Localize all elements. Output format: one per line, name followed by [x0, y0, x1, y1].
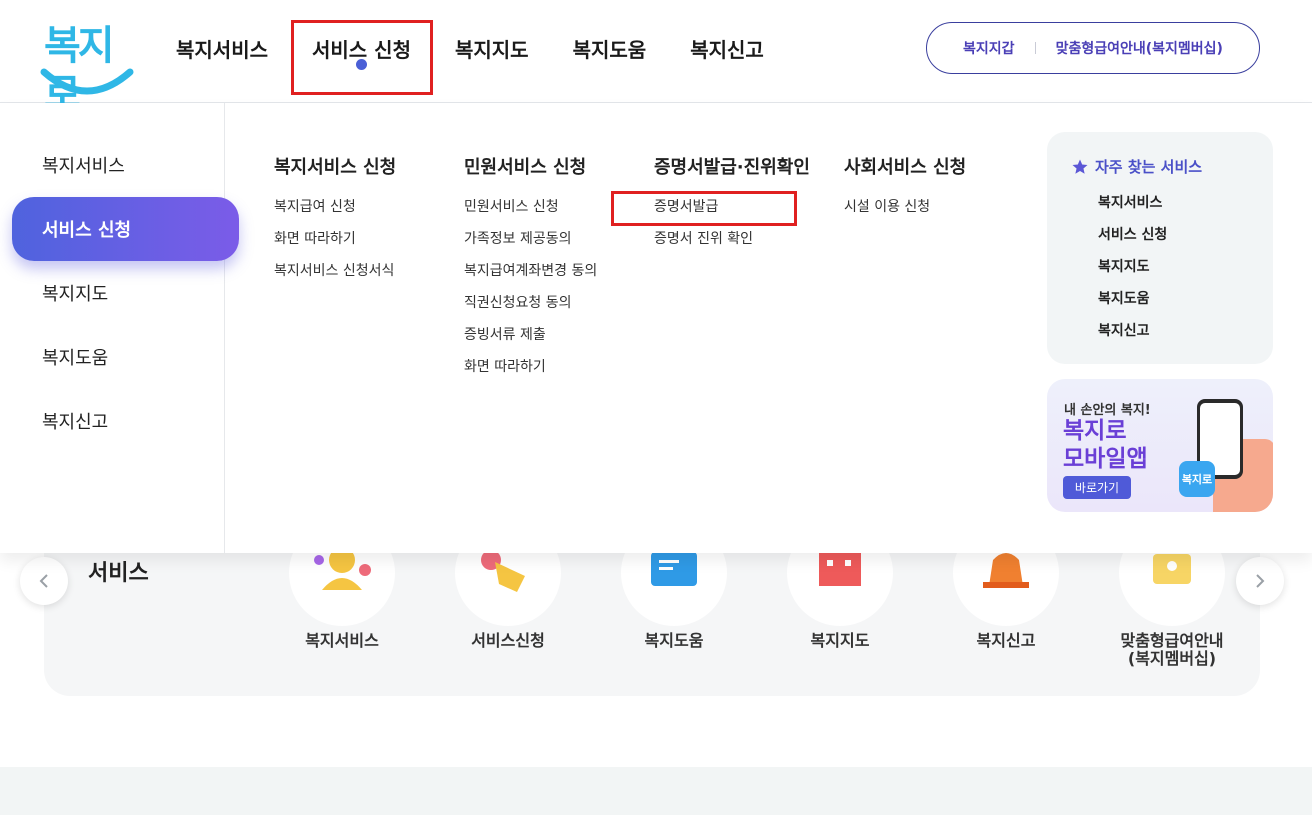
carousel-prev-button[interactable]: [20, 557, 68, 605]
banner-title-line1: 복지로: [1063, 418, 1127, 444]
quick-item-label: 복지서비스: [305, 631, 379, 650]
menu-column-social-service: 사회서비스 신청 시설 이용 신청: [844, 153, 966, 229]
app-icon: 복지로: [1179, 461, 1215, 497]
quick-item-label: 맞춤형급여안내 (복지멤버십): [1102, 632, 1242, 668]
quick-item-label-line1: 맞춤형급여안내: [1120, 631, 1224, 650]
gnb-label: 복지도움: [572, 37, 647, 62]
menu-link[interactable]: 복지서비스 신청서식: [274, 261, 396, 293]
menu-link[interactable]: 화면 따라하기: [464, 357, 597, 389]
favorite-services-panel: 자주 찾는 서비스 복지서비스 서비스 신청 복지지도 복지도움 복지신고: [1047, 132, 1273, 364]
quick-item-label: 서비스신청: [471, 631, 545, 650]
menu-link[interactable]: 복지급여 신청: [274, 197, 396, 229]
favorite-link[interactable]: 복지지도: [1098, 258, 1167, 290]
mega-side-nav: 복지서비스 서비스 신청 복지지도 복지도움 복지신고: [0, 103, 239, 553]
favorite-services-list: 복지서비스 서비스 신청 복지지도 복지도움 복지신고: [1098, 194, 1167, 354]
certificate-issue-link[interactable]: 증명서발급: [654, 197, 810, 229]
column-title: 사회서비스 신청: [844, 157, 967, 178]
menu-link[interactable]: 시설 이용 신청: [844, 197, 966, 229]
quick-item-label: 복지지도: [810, 631, 870, 650]
favorite-link[interactable]: 복지신고: [1098, 322, 1167, 354]
gnb-label: 복지신고: [690, 37, 764, 62]
star-icon: [1072, 159, 1088, 174]
gnb-service-apply[interactable]: 서비스 신청: [296, 20, 427, 76]
menu-column-certificate: 증명서발급·진위확인 증명서발급 증명서 진위 확인: [654, 153, 810, 261]
membership-link[interactable]: 맞춤형급여안내(복지멤버십): [1056, 38, 1223, 58]
quick-item-label: 복지도움: [644, 631, 704, 650]
menu-link[interactable]: 가족정보 제공동의: [464, 229, 597, 261]
menu-column-welfare-apply: 복지서비스 신청 복지급여 신청 화면 따라하기 복지서비스 신청서식: [274, 153, 396, 293]
mobile-app-banner[interactable]: 내 손안의 복지! 복지로 모바일앱 바로가기 복지로: [1047, 379, 1273, 512]
menu-link[interactable]: 민원서비스 신청: [464, 197, 597, 229]
column-title: 민원서비스 신청: [464, 157, 587, 178]
chevron-right-icon: [1256, 574, 1265, 588]
mega-menu: 복지서비스 서비스 신청 복지지도 복지도움 복지신고 복지서비스 신청 복지급…: [0, 103, 1312, 553]
divider: [1034, 42, 1036, 54]
quick-services-title: 서비스: [88, 561, 149, 586]
favorite-link[interactable]: 서비스 신청: [1098, 226, 1167, 258]
favorite-link[interactable]: 복지도움: [1098, 290, 1167, 322]
quick-item-label-line2: (복지멤버십): [1127, 649, 1217, 668]
menu-link[interactable]: 증빙서류 제출: [464, 325, 597, 357]
utility-links: 복지지갑 맞춤형급여안내(복지멤버십): [926, 22, 1260, 74]
menu-link[interactable]: 화면 따라하기: [274, 229, 396, 261]
gnb-welfare-map[interactable]: 복지지도: [439, 20, 545, 76]
smile-icon: [40, 68, 134, 95]
carousel-next-button[interactable]: [1236, 557, 1284, 605]
quick-item-label: 복지신고: [976, 631, 1036, 650]
gnb-label: 복지지도: [454, 37, 529, 62]
gnb-label: 복지서비스: [176, 37, 268, 62]
side-item-welfare-service[interactable]: 복지서비스: [12, 133, 239, 197]
gnb-welfare-help[interactable]: 복지도움: [557, 20, 663, 76]
banner-subtitle: 내 손안의 복지!: [1064, 403, 1151, 418]
side-item-welfare-report[interactable]: 복지신고: [12, 389, 239, 453]
site-logo[interactable]: 복지로: [40, 22, 134, 117]
gnb-welfare-service[interactable]: 복지서비스: [160, 20, 284, 76]
banner-go-button[interactable]: 바로가기: [1063, 476, 1131, 499]
column-title: 증명서발급·진위확인: [654, 157, 810, 178]
welfare-wallet-link[interactable]: 복지지갑: [963, 38, 1015, 58]
active-indicator-dot: [356, 59, 368, 70]
site-header: 복지로 복지서비스 서비스 신청 복지지도 복지도움 복지신고 복지지갑 맞춤형…: [0, 0, 1312, 117]
global-nav: 복지서비스 서비스 신청 복지지도 복지도움 복지신고: [160, 20, 792, 76]
column-title: 복지서비스 신청: [274, 157, 397, 178]
menu-link[interactable]: 직권신청요청 동의: [464, 293, 597, 325]
gnb-welfare-report[interactable]: 복지신고: [674, 20, 780, 76]
banner-title: 복지로 모바일앱: [1063, 417, 1148, 473]
menu-link[interactable]: 복지급여계좌변경 동의: [464, 261, 597, 293]
favorite-link[interactable]: 복지서비스: [1098, 194, 1167, 226]
side-item-welfare-help[interactable]: 복지도움: [12, 325, 239, 389]
menu-link[interactable]: 증명서 진위 확인: [654, 229, 810, 261]
chevron-left-icon: [39, 574, 48, 588]
footer-band: [0, 767, 1312, 815]
banner-title-line2: 모바일앱: [1063, 446, 1148, 472]
favorite-services-heading: 자주 찾는 서비스: [1071, 156, 1202, 177]
favorite-services-title: 자주 찾는 서비스: [1095, 158, 1203, 176]
side-item-welfare-map[interactable]: 복지지도: [12, 261, 239, 325]
side-item-service-apply[interactable]: 서비스 신청: [12, 197, 239, 261]
menu-column-civil-apply: 민원서비스 신청 민원서비스 신청 가족정보 제공동의 복지급여계좌변경 동의 …: [464, 153, 597, 389]
